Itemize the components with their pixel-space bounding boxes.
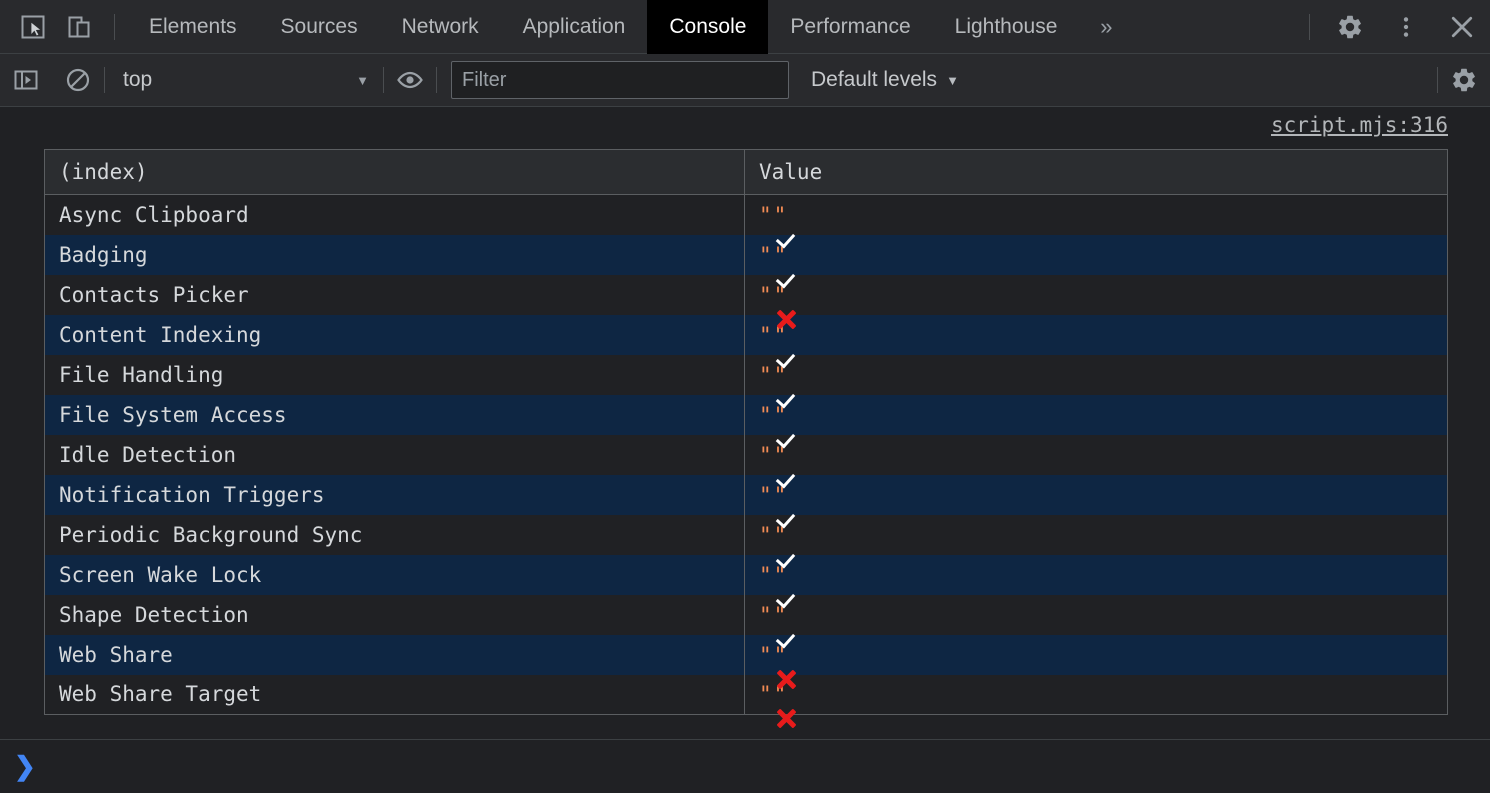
tab-console[interactable]: Console — [647, 0, 768, 54]
table-cell-value: "" — [745, 395, 1448, 435]
prompt-caret-icon: ❯ — [14, 753, 36, 779]
table-cell-value: "" — [745, 315, 1448, 355]
table-cell-value: "" — [745, 195, 1448, 235]
table-row: File System Access"" — [45, 395, 1448, 435]
quote-mark-open: " — [759, 323, 772, 347]
quote-mark-open: " — [759, 643, 772, 667]
table-cell-value: "" — [745, 475, 1448, 515]
more-options-icon[interactable] — [1378, 0, 1434, 54]
table-row: File Handling"" — [45, 355, 1448, 395]
quote-mark-open: " — [759, 203, 772, 227]
table-cell-value: "" — [745, 595, 1448, 635]
console-prompt-input[interactable] — [36, 740, 1490, 793]
quote-mark-open: " — [759, 523, 772, 547]
quote-mark-close: " — [774, 203, 787, 227]
table-row: Screen Wake Lock"" — [45, 555, 1448, 595]
device-toolbar-icon[interactable] — [56, 0, 102, 54]
quote-mark-open: " — [759, 283, 772, 307]
more-tabs-chevron-icon[interactable]: » — [1079, 0, 1133, 54]
console-table: (index) Value Async Clipboard""Badging""… — [44, 149, 1448, 715]
filter-wrapper — [437, 61, 803, 99]
table-cell-value: "" — [745, 275, 1448, 315]
tab-lighthouse[interactable]: Lighthouse — [933, 0, 1080, 54]
quote-mark-open: " — [759, 403, 772, 427]
table-cell-value: "" — [745, 515, 1448, 555]
quote-mark-open: " — [759, 563, 772, 587]
inspect-element-icon[interactable] — [10, 0, 56, 54]
quote-mark-open: " — [759, 243, 772, 267]
tab-elements[interactable]: Elements — [127, 0, 259, 54]
tabbar-divider — [114, 14, 115, 40]
table-cell-value: "" — [745, 555, 1448, 595]
quote-mark-open: " — [759, 682, 772, 706]
close-icon[interactable] — [1434, 0, 1490, 54]
log-levels-dropdown[interactable]: Default levels ▼ — [803, 68, 967, 92]
table-cell-value: "" — [745, 355, 1448, 395]
tabbar-right-controls — [1297, 0, 1490, 54]
table-cell-index: Notification Triggers — [45, 475, 745, 515]
table-cell-index: Idle Detection — [45, 435, 745, 475]
chevron-down-icon: ▼ — [356, 73, 369, 88]
table-cell-index: File Handling — [45, 355, 745, 395]
tab-network[interactable]: Network — [380, 0, 501, 54]
source-location-link[interactable]: script.mjs:316 — [1271, 113, 1448, 137]
console-sidebar-toggle-icon[interactable] — [0, 54, 52, 107]
tabbar-right-divider — [1309, 14, 1310, 40]
table-cell-value: "" — [745, 635, 1448, 675]
table-row: Periodic Background Sync"" — [45, 515, 1448, 555]
table-cell-value: "" — [745, 435, 1448, 475]
table-row: Idle Detection"" — [45, 435, 1448, 475]
table-row: Content Indexing"" — [45, 315, 1448, 355]
execution-context-value: top — [123, 68, 152, 92]
table-row: Web Share"" — [45, 635, 1448, 675]
clear-console-icon[interactable] — [52, 54, 104, 107]
table-row: Notification Triggers"" — [45, 475, 1448, 515]
table-cell-index: Contacts Picker — [45, 275, 745, 315]
devtools-tab-bar: Elements Sources Network Application Con… — [0, 0, 1490, 54]
settings-gear-icon[interactable] — [1322, 0, 1378, 54]
table-cell-index: Web Share — [45, 635, 745, 675]
execution-context-select[interactable]: top ▼ — [105, 54, 383, 107]
filter-input[interactable] — [451, 61, 789, 99]
console-settings-gear-icon[interactable] — [1438, 54, 1490, 107]
table-row: Web Share Target"" — [45, 675, 1448, 715]
tab-sources[interactable]: Sources — [259, 0, 380, 54]
quote-mark-open: " — [759, 443, 772, 467]
live-expression-eye-icon[interactable] — [384, 54, 436, 107]
table-cell-index: Web Share Target — [45, 675, 745, 715]
table-cell-index: Content Indexing — [45, 315, 745, 355]
console-output-area: script.mjs:316 (index) Value Async Clipb… — [0, 107, 1490, 739]
table-cell-value: "" — [745, 235, 1448, 275]
quote-mark-open: " — [759, 363, 772, 387]
table-row: Badging"" — [45, 235, 1448, 275]
column-header-index[interactable]: (index) — [45, 150, 745, 195]
console-prompt[interactable]: ❯ — [0, 739, 1490, 792]
tab-performance[interactable]: Performance — [768, 0, 932, 54]
console-table-body: Async Clipboard""Badging""Contacts Picke… — [45, 195, 1448, 715]
table-cell-index: Async Clipboard — [45, 195, 745, 235]
tab-application[interactable]: Application — [501, 0, 648, 54]
console-table-wrapper: (index) Value Async Clipboard""Badging""… — [44, 149, 1448, 715]
column-header-value[interactable]: Value — [745, 150, 1448, 195]
table-cell-index: Periodic Background Sync — [45, 515, 745, 555]
table-row: Shape Detection"" — [45, 595, 1448, 635]
console-toolbar: top ▼ Default levels ▼ — [0, 54, 1490, 107]
table-cell-index: Badging — [45, 235, 745, 275]
table-row: Async Clipboard"" — [45, 195, 1448, 235]
table-row: Contacts Picker"" — [45, 275, 1448, 315]
table-cell-index: Shape Detection — [45, 595, 745, 635]
quote-mark-open: " — [759, 483, 772, 507]
table-cell-index: File System Access — [45, 395, 745, 435]
table-cell-index: Screen Wake Lock — [45, 555, 745, 595]
log-levels-label: Default levels — [811, 68, 937, 92]
chevron-down-icon: ▼ — [946, 73, 959, 88]
table-cell-value: "" — [745, 675, 1448, 715]
quote-mark-open: " — [759, 603, 772, 627]
table-header-row: (index) Value — [45, 150, 1448, 195]
console-toolbar-right — [1437, 54, 1490, 107]
